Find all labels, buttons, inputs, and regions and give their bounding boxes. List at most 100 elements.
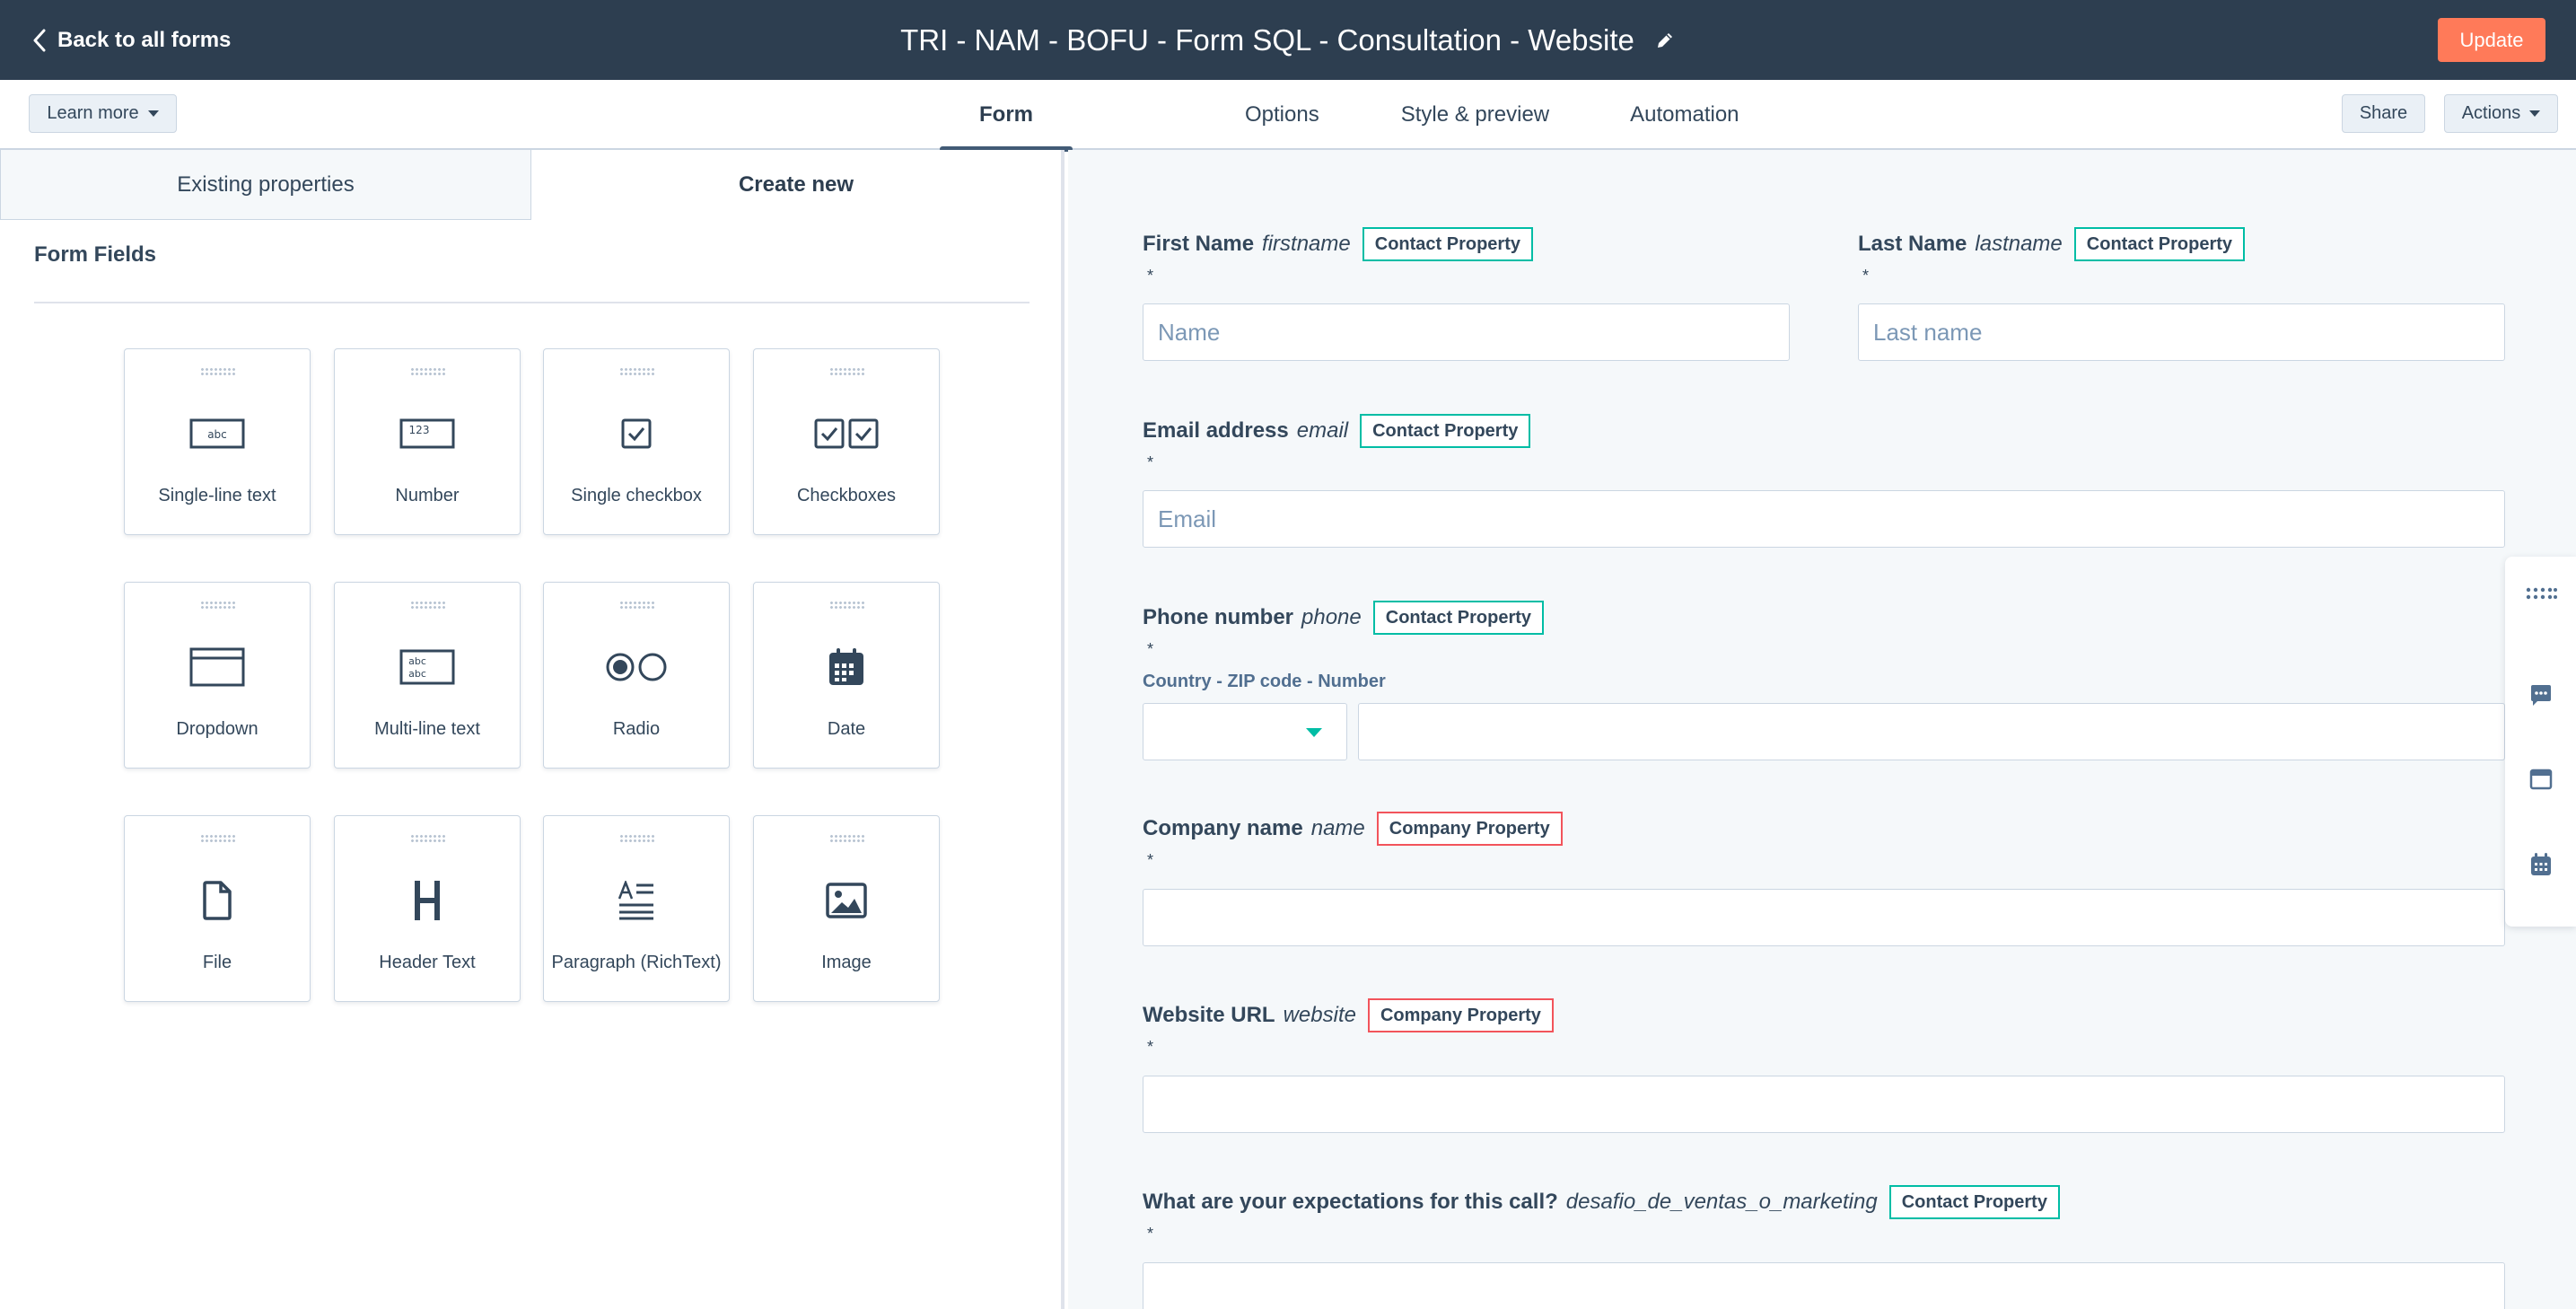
drag-handle-icon — [410, 601, 446, 610]
svg-text:abc: abc — [207, 428, 227, 441]
field-type-single-checkbox[interactable]: Single checkbox — [543, 348, 730, 535]
firstname-input[interactable]: Name — [1143, 303, 1790, 361]
actions-label: Actions — [2461, 103, 2521, 123]
number-icon: 123 — [335, 409, 520, 459]
field-type-label: Header Text — [379, 953, 476, 972]
tab-style-preview[interactable]: Style & preview — [1401, 80, 1549, 150]
field-type-header-text[interactable]: Header Text — [334, 815, 521, 1002]
field-type-single-line-text[interactable]: abc Single-line text — [124, 348, 311, 535]
field-type-number[interactable]: 123 Number — [334, 348, 521, 535]
image-icon — [754, 875, 939, 926]
label-text: Website URL — [1143, 1003, 1275, 1027]
chat-icon[interactable] — [2505, 684, 2576, 707]
required-marker: * — [1147, 267, 1154, 285]
field-type-dropdown[interactable]: Dropdown — [124, 582, 311, 769]
tab-existing-properties[interactable]: Existing properties — [0, 150, 531, 220]
caret-down-icon — [2529, 110, 2541, 117]
drag-handle-icon — [410, 834, 446, 843]
required-marker: * — [1147, 1225, 1154, 1243]
tab-automation-label: Automation — [1630, 102, 1739, 127]
field-type-file[interactable]: File — [124, 815, 311, 1002]
label-text: Email address — [1143, 418, 1289, 443]
field-type-label: Number — [395, 486, 460, 505]
property-name: desafio_de_ventas_o_marketing — [1565, 1190, 1878, 1214]
field-type-multi-line-text[interactable]: abc abc Multi-line text — [334, 582, 521, 769]
website-input[interactable] — [1143, 1076, 2505, 1133]
field-type-label: Multi-line text — [374, 719, 480, 739]
drag-handle-icon — [829, 367, 865, 376]
phone-number-input[interactable] — [1358, 703, 2505, 760]
tab-form[interactable]: Form — [940, 80, 1073, 152]
update-button[interactable]: Update — [2438, 18, 2545, 62]
actions-button[interactable]: Actions — [2444, 94, 2558, 133]
field-type-label: Radio — [612, 719, 661, 739]
email-input[interactable]: Email — [1143, 490, 2505, 548]
caret-down-icon — [1306, 728, 1322, 737]
field-type-paragraph[interactable]: Paragraph (RichText) — [543, 815, 730, 1002]
field-type-radio[interactable]: Radio — [543, 582, 730, 769]
field-type-image[interactable]: Image — [753, 815, 940, 1002]
calendar-icon — [754, 642, 939, 692]
field-type-label: Paragraph (RichText) — [551, 953, 722, 972]
single-checkbox-icon — [544, 409, 729, 459]
contact-property-badge: Contact Property — [1362, 227, 1533, 261]
contact-property-badge: Contact Property — [1360, 414, 1531, 448]
field-label-lastname[interactable]: Last Name lastname Contact Property — [1858, 227, 2246, 261]
drag-handle-icon — [200, 601, 236, 610]
property-name: phone — [1301, 605, 1362, 629]
country-code-select[interactable] — [1143, 703, 1347, 760]
expectations-input[interactable] — [1143, 1262, 2505, 1309]
grid-dots-icon[interactable] — [2505, 587, 2576, 600]
top-bar: Back to all forms TRI - NAM - BOFU - For… — [0, 0, 2576, 80]
svg-text:abc: abc — [408, 655, 426, 667]
label-text: Phone number — [1143, 605, 1294, 629]
form-title-text: TRI - NAM - BOFU - Form SQL - Consultati… — [900, 22, 1634, 57]
lastname-input[interactable]: Last name — [1858, 303, 2505, 361]
field-label-phone[interactable]: Phone number phone Contact Property — [1143, 601, 1545, 635]
field-type-checkboxes[interactable]: Checkboxes — [753, 348, 940, 535]
divider — [34, 302, 1030, 303]
paragraph-icon — [544, 875, 729, 926]
file-icon — [125, 875, 310, 926]
tab-create-new[interactable]: Create new — [531, 150, 1061, 220]
field-type-label: File — [202, 953, 232, 972]
tab-options[interactable]: Options — [1073, 80, 1319, 150]
property-name: lastname — [1975, 232, 2063, 256]
pencil-icon[interactable] — [1654, 30, 1676, 51]
field-library-panel: Existing properties Create new Form Fiel… — [0, 150, 1065, 1309]
drag-handle-icon — [200, 834, 236, 843]
panel-tabs: Existing properties Create new — [0, 150, 1061, 220]
drag-handle-icon — [829, 834, 865, 843]
drag-handle-icon — [619, 601, 655, 610]
required-marker: * — [1147, 453, 1154, 471]
property-name: firstname — [1262, 232, 1351, 256]
editor-toolbar: Learn more Form Options Style & preview … — [0, 80, 2576, 152]
share-button[interactable]: Share — [2342, 94, 2425, 133]
radio-icon — [544, 642, 729, 692]
field-type-label: Date — [827, 719, 866, 739]
calendar-icon[interactable] — [2505, 853, 2576, 876]
property-name: website — [1283, 1003, 1356, 1027]
company-name-input[interactable] — [1143, 889, 2505, 946]
property-name: email — [1296, 418, 1349, 443]
required-marker: * — [1147, 1038, 1154, 1056]
label-text: Company name — [1143, 816, 1303, 840]
window-icon[interactable] — [2505, 769, 2576, 790]
header-text-icon — [335, 875, 520, 926]
field-type-date[interactable]: Date — [753, 582, 940, 769]
field-label-company-name[interactable]: Company name name Company Property — [1143, 812, 1563, 846]
tab-automation[interactable]: Automation — [1630, 80, 1739, 150]
contact-property-badge: Contact Property — [1372, 601, 1545, 635]
learn-more-button[interactable]: Learn more — [29, 94, 177, 133]
field-label-firstname[interactable]: First Name firstname Contact Property — [1143, 227, 1533, 261]
contact-property-badge: Contact Property — [1888, 1185, 2060, 1219]
required-marker: * — [1147, 851, 1154, 869]
field-label-expectations[interactable]: What are your expectations for this call… — [1143, 1185, 2060, 1219]
field-label-email[interactable]: Email address email Contact Property — [1143, 414, 1531, 448]
learn-more-label: Learn more — [47, 103, 139, 123]
company-property-badge: Company Property — [1367, 998, 1554, 1032]
drag-handle-icon — [829, 601, 865, 610]
field-label-website[interactable]: Website URL website Company Property — [1143, 998, 1554, 1032]
field-type-label: Dropdown — [176, 719, 258, 739]
required-marker: * — [1862, 267, 1870, 285]
